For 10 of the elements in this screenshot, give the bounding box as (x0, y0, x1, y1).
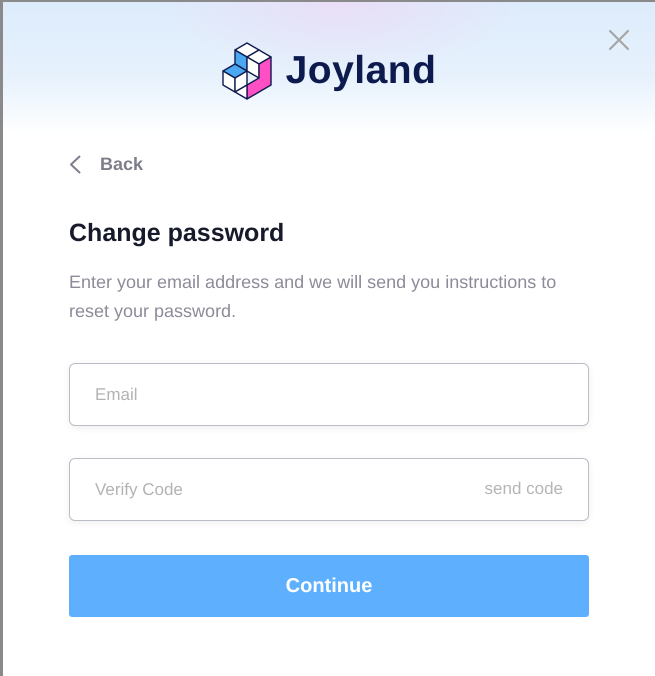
chevron-left-icon (69, 154, 81, 174)
back-link[interactable]: Back (69, 152, 144, 176)
send-code-button[interactable]: send code (484, 478, 563, 500)
continue-button[interactable]: Continue (69, 555, 589, 617)
close-icon[interactable] (609, 30, 629, 50)
cubes-logo-icon (222, 42, 272, 100)
description-text: Enter your email address and we will send you instructions to reset your password. (69, 271, 558, 323)
logo-wordmark: Joyland (286, 48, 436, 94)
page-title: Change password (69, 218, 284, 248)
email-field[interactable]: Email (69, 363, 589, 426)
